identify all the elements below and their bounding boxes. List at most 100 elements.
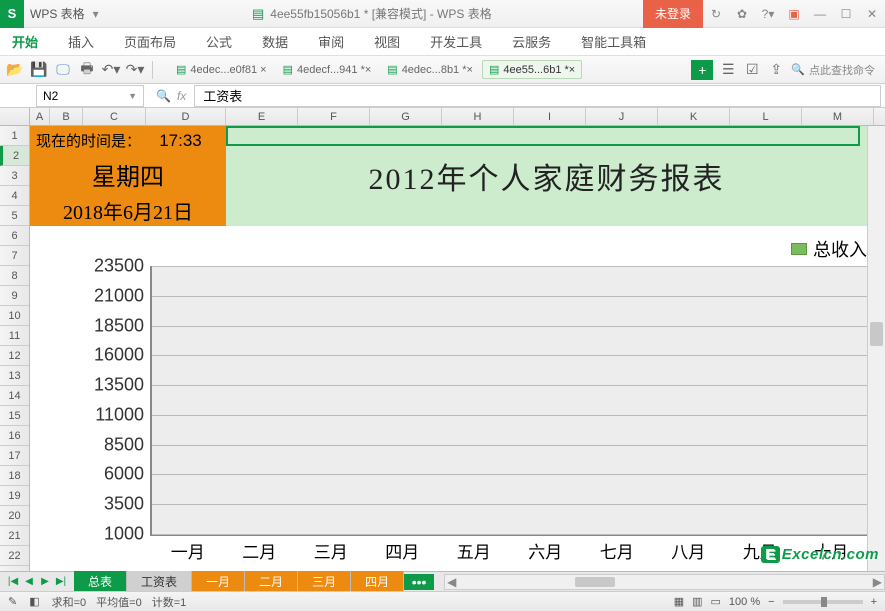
print-preview-icon[interactable]: 🖵 <box>54 61 72 79</box>
row-header-3[interactable]: 3 <box>0 166 29 186</box>
cells-area[interactable]: 现在的时间是： 17:33 星期四 2018年6月21日 2012年个人家庭财务… <box>30 126 867 571</box>
row-header-10[interactable]: 10 <box>0 306 29 326</box>
view-break-icon[interactable]: ▭ <box>711 595 721 608</box>
view-normal-icon[interactable]: ▦ <box>674 595 684 608</box>
settings-icon[interactable]: ✿ <box>729 0 755 28</box>
menu-页面布局[interactable]: 页面布局 <box>122 28 178 55</box>
row-header-9[interactable]: 9 <box>0 286 29 306</box>
sync-icon[interactable]: ↻ <box>703 0 729 28</box>
sheet-last-icon[interactable]: ▶| <box>54 575 68 589</box>
column-header-J[interactable]: J <box>586 108 658 125</box>
redo-icon[interactable]: ↷▾ <box>126 61 144 79</box>
column-header-D[interactable]: D <box>146 108 226 125</box>
row-header-11[interactable]: 11 <box>0 326 29 346</box>
maximize-icon[interactable]: ☐ <box>833 0 859 28</box>
column-header-K[interactable]: K <box>658 108 730 125</box>
row-header-1[interactable]: 1 <box>0 126 29 146</box>
undo-icon[interactable]: ↶▾ <box>102 61 120 79</box>
column-header-I[interactable]: I <box>514 108 586 125</box>
column-header-C[interactable]: C <box>83 108 146 125</box>
row-header-6[interactable]: 6 <box>0 226 29 246</box>
column-header-F[interactable]: F <box>298 108 370 125</box>
sheet-next-icon[interactable]: ▶ <box>38 575 52 589</box>
edit-mode-icon[interactable]: ✎ <box>8 595 17 608</box>
column-header-L[interactable]: L <box>730 108 802 125</box>
zoom-slider[interactable] <box>783 600 863 604</box>
row-header-14[interactable]: 14 <box>0 386 29 406</box>
sheet-tab-总表[interactable]: 总表 <box>74 571 127 592</box>
doc-tab[interactable]: ▤4ee55...6b1 *× <box>482 60 582 79</box>
menu-数据[interactable]: 数据 <box>260 28 290 55</box>
zoom-thumb[interactable] <box>821 597 827 607</box>
row-header-20[interactable]: 20 <box>0 506 29 526</box>
search-fn-icon[interactable]: 🔍 <box>156 89 171 103</box>
column-header-G[interactable]: G <box>370 108 442 125</box>
zoom-out-icon[interactable]: − <box>768 596 774 608</box>
formula-input[interactable]: 工资表 <box>194 85 881 107</box>
menu-视图[interactable]: 视图 <box>372 28 402 55</box>
tasks-icon[interactable]: ☑ <box>743 61 761 79</box>
tab-list-icon[interactable]: ☰ <box>719 61 737 79</box>
close-icon[interactable]: ✕ <box>859 0 885 28</box>
horizontal-scrollbar[interactable]: ◀ ▶ <box>444 574 885 590</box>
column-header-E[interactable]: E <box>226 108 298 125</box>
menu-智能工具箱[interactable]: 智能工具箱 <box>579 28 648 55</box>
row-header-21[interactable]: 21 <box>0 526 29 546</box>
row-header-19[interactable]: 19 <box>0 486 29 506</box>
column-header-A[interactable]: A <box>30 108 50 125</box>
new-tab-button[interactable]: + <box>691 60 713 80</box>
view-page-icon[interactable]: ▥ <box>692 595 702 608</box>
doc-tab[interactable]: ▤4edec...e0f81 × <box>169 60 274 79</box>
sheet-tab-三月[interactable]: 三月 <box>298 571 351 592</box>
minimize-icon[interactable]: — <box>807 0 833 28</box>
save-icon[interactable]: 💾 <box>30 61 48 79</box>
vertical-scroll-thumb[interactable] <box>870 322 883 346</box>
hscroll-right-icon[interactable]: ▶ <box>873 575 882 589</box>
row-header-12[interactable]: 12 <box>0 346 29 366</box>
menu-云服务[interactable]: 云服务 <box>510 28 553 55</box>
menu-审阅[interactable]: 审阅 <box>316 28 346 55</box>
help-icon[interactable]: ?▾ <box>755 0 781 28</box>
row-header-16[interactable]: 16 <box>0 426 29 446</box>
collapse-icon[interactable]: ▣ <box>781 0 807 28</box>
doc-tab[interactable]: ▤4edec...8b1 *× <box>380 60 480 79</box>
popup-icon[interactable]: ◧ <box>29 595 39 608</box>
sheet-first-icon[interactable]: |◀ <box>6 575 20 589</box>
column-header-B[interactable]: B <box>50 108 83 125</box>
menu-开始[interactable]: 开始 <box>10 28 40 55</box>
print-icon[interactable]: 🖶 <box>78 61 96 79</box>
share-icon[interactable]: ⇪ <box>767 61 785 79</box>
sheet-tab-工资表[interactable]: 工资表 <box>127 571 192 592</box>
command-search[interactable]: 🔍 点此查找命令 <box>791 62 875 78</box>
row-header-5[interactable]: 5 <box>0 206 29 226</box>
sheet-prev-icon[interactable]: ◀ <box>22 575 36 589</box>
doc-tab[interactable]: ▤4edecf...941 *× <box>276 60 379 79</box>
vertical-scrollbar[interactable] <box>867 126 885 571</box>
row-header-22[interactable]: 22 <box>0 546 29 566</box>
row-header-8[interactable]: 8 <box>0 266 29 286</box>
column-header-M[interactable]: M <box>802 108 874 125</box>
open-icon[interactable]: 📂 <box>6 61 24 79</box>
login-button[interactable]: 未登录 <box>643 0 703 28</box>
sheet-tab-二月[interactable]: 二月 <box>245 571 298 592</box>
menu-公式[interactable]: 公式 <box>204 28 234 55</box>
row-header-13[interactable]: 13 <box>0 366 29 386</box>
app-dropdown-icon[interactable]: ▾ <box>91 7 101 21</box>
column-header-H[interactable]: H <box>442 108 514 125</box>
zoom-in-icon[interactable]: + <box>871 596 877 608</box>
row-header-4[interactable]: 4 <box>0 186 29 206</box>
name-box[interactable]: N2 ▼ <box>36 85 144 107</box>
menu-开发工具[interactable]: 开发工具 <box>428 28 484 55</box>
sheet-tab-一月[interactable]: 一月 <box>192 571 245 592</box>
row-header-7[interactable]: 7 <box>0 246 29 266</box>
more-sheets-button[interactable]: ••• <box>404 574 434 590</box>
zoom-value[interactable]: 100 % <box>729 596 760 608</box>
hscroll-left-icon[interactable]: ◀ <box>447 575 456 589</box>
name-box-dropdown-icon[interactable]: ▼ <box>128 91 137 101</box>
select-all-corner[interactable] <box>0 108 30 125</box>
menu-插入[interactable]: 插入 <box>66 28 96 55</box>
row-header-18[interactable]: 18 <box>0 466 29 486</box>
row-header-15[interactable]: 15 <box>0 406 29 426</box>
sheet-tab-四月[interactable]: 四月 <box>351 571 404 592</box>
row-header-2[interactable]: 2 <box>0 146 29 166</box>
